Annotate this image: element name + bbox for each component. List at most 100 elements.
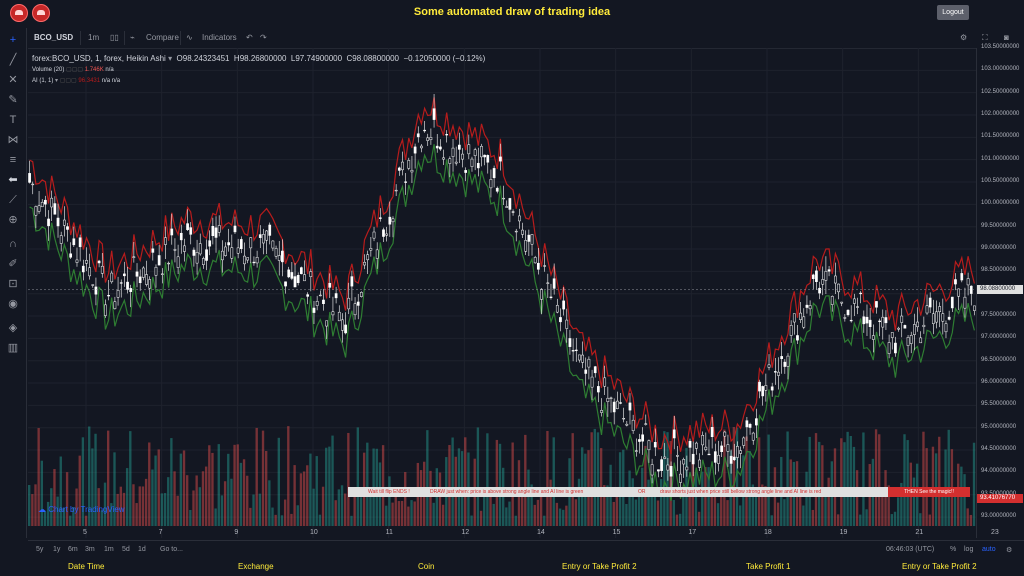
range-1m[interactable]: 1m	[104, 546, 114, 553]
volume-bar	[40, 460, 43, 526]
separator	[124, 31, 125, 45]
candle-body	[287, 269, 291, 278]
candle-body	[815, 270, 818, 282]
price-tick-label: 100.50000000	[981, 178, 1020, 185]
volume-label[interactable]: Volume (20)	[32, 67, 64, 73]
footer-take-profit-1: Take Profit 1	[746, 562, 791, 571]
brush-icon[interactable]: ✎	[6, 94, 20, 106]
volume-bar	[802, 505, 805, 526]
range-1d[interactable]: 1d	[138, 546, 146, 553]
candle-body	[909, 335, 913, 344]
log-toggle[interactable]: log	[964, 546, 973, 553]
legend-dropdown-icon[interactable]: ▾	[168, 54, 172, 63]
magnet-icon[interactable]: ∩	[6, 238, 20, 250]
goto-button[interactable]: Go to...	[160, 546, 183, 553]
indicators-button[interactable]: Indicators	[202, 33, 237, 42]
volume-bar	[163, 493, 167, 526]
legend-controls-icon[interactable]: ▢▢▢	[60, 78, 77, 84]
volume-bar	[972, 442, 976, 526]
crosshair-icon[interactable]: +	[6, 34, 20, 46]
volume-bar	[874, 429, 878, 526]
candle-body	[141, 267, 145, 278]
candle-body	[104, 304, 107, 316]
undo-icon[interactable]: ↶	[246, 33, 253, 42]
percent-toggle[interactable]: %	[950, 546, 956, 553]
time-axis[interactable]: 5 7 9 10 11 12 14 15 17 18 19 21 23	[28, 526, 999, 540]
range-3m[interactable]: 3m	[85, 546, 95, 553]
candle-body	[530, 234, 534, 245]
volume-bar	[242, 459, 246, 526]
auto-toggle[interactable]: auto	[982, 546, 996, 553]
candle-body	[786, 355, 790, 367]
logout-button[interactable]: Logout	[937, 5, 969, 20]
candle-body	[123, 273, 126, 277]
volume-bar	[631, 478, 634, 526]
legend-controls-icon[interactable]: ▢▢▢	[66, 67, 83, 73]
legend-dropdown-icon[interactable]: ▾	[55, 78, 58, 84]
volume-bar	[31, 494, 34, 526]
candle-body	[382, 229, 385, 237]
candle-body	[900, 315, 904, 323]
volume-bar	[394, 493, 397, 526]
camera-icon[interactable]: ◙	[1004, 33, 1009, 42]
volume-bar	[495, 439, 499, 526]
compare-icon[interactable]: ⌁	[130, 33, 135, 42]
ai-label[interactable]: AI (1, 1)	[32, 78, 53, 84]
lock-icon[interactable]: ⊡	[6, 278, 20, 290]
layers-icon[interactable]: ◈	[6, 322, 20, 334]
interval-selector[interactable]: 1m	[88, 33, 99, 42]
compare-button[interactable]: Compare	[146, 33, 179, 42]
fullscreen-icon[interactable]: ⛶	[982, 33, 988, 43]
settings-icon[interactable]: ⚙	[1006, 546, 1012, 554]
candle-body	[881, 316, 885, 328]
candle-body	[916, 321, 919, 328]
candle-body	[663, 456, 667, 459]
trend-line-icon[interactable]: ╱	[6, 54, 20, 66]
pattern-icon[interactable]: ⋈	[6, 134, 20, 146]
chart-type-icon[interactable]: ▯▯	[110, 33, 119, 42]
prediction-icon[interactable]: ≡	[6, 154, 20, 166]
candle-body	[138, 276, 142, 284]
candle-body	[679, 473, 682, 483]
candle-body	[432, 108, 436, 120]
candle-body	[619, 402, 622, 404]
tradingview-watermark[interactable]: ☁ Chart by TradingView	[38, 505, 125, 514]
candle-body	[107, 294, 110, 297]
volume-bar	[590, 432, 593, 526]
volume-bar	[258, 493, 262, 526]
trash-icon[interactable]: ▥	[6, 342, 20, 354]
range-5d[interactable]: 5d	[122, 546, 130, 553]
candle-body	[938, 306, 942, 312]
watermark-text[interactable]: Chart by TradingView	[48, 505, 124, 514]
candle-body	[407, 160, 411, 169]
zoom-icon[interactable]: ⊕	[6, 214, 20, 226]
candle-body	[312, 307, 316, 313]
candle-body	[480, 146, 483, 158]
eye-icon[interactable]: ◉	[6, 298, 20, 310]
range-5y[interactable]: 5y	[36, 546, 43, 553]
back-arrow-icon[interactable]: ⬅	[6, 174, 20, 186]
indicators-icon[interactable]: ∿	[186, 33, 193, 42]
volume-bar	[34, 484, 37, 526]
separator	[180, 31, 181, 45]
redo-icon[interactable]: ↷	[260, 33, 267, 42]
volume-bar	[963, 474, 966, 526]
volume-bar	[299, 473, 303, 526]
ruler-icon[interactable]: ⟋	[6, 194, 20, 206]
lock-drawing-icon[interactable]: ✐	[6, 258, 20, 270]
clock-time[interactable]: 06:46:03 (UTC)	[886, 546, 934, 553]
price-chart[interactable]	[28, 48, 976, 538]
volume-bar	[201, 471, 205, 526]
text-icon[interactable]: T	[6, 114, 20, 126]
legend-series-name[interactable]: forex:BCO_USD, 1, forex, Heikin Ashi	[32, 54, 166, 63]
candle-body	[688, 440, 692, 448]
range-6m[interactable]: 6m	[68, 546, 78, 553]
range-1y[interactable]: 1y	[53, 546, 60, 553]
volume-bar	[884, 470, 887, 526]
symbol-selector[interactable]: BCO_USD	[34, 33, 73, 42]
candle-body	[871, 335, 875, 340]
volume-bar	[366, 442, 369, 526]
fib-icon[interactable]: ✕	[6, 74, 20, 86]
candle-body	[274, 248, 278, 257]
settings-icon[interactable]: ⚙	[960, 33, 967, 42]
